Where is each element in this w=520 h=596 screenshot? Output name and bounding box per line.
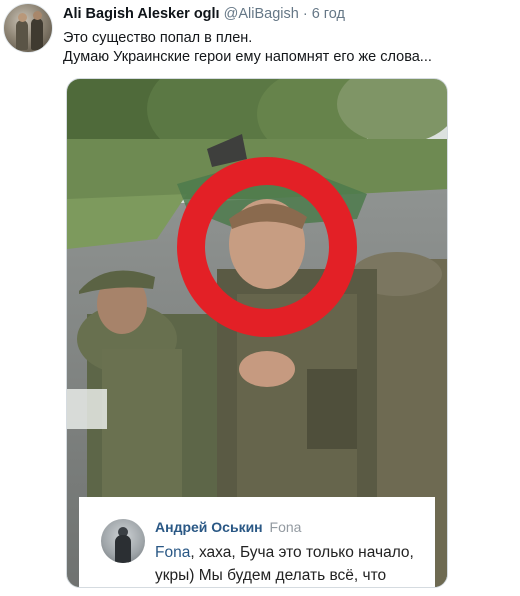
separator-dot: ·: [302, 6, 308, 22]
tweet-timestamp[interactable]: 6 год: [312, 6, 345, 22]
comment-text: Fona, хаха, Буча это только начало, укры…: [155, 541, 435, 587]
commenter-avatar: [101, 519, 145, 563]
tweet-text: Это существо попал в плен. Думаю Украинс…: [63, 29, 508, 67]
comment-line-2: укры) Мы будем делать всё, что: [155, 567, 387, 584]
tweet-text-line-1: Это существо попал в плен.: [63, 30, 253, 46]
tweet: Ali Bagish Alesker oglı @AliBagish · 6 г…: [0, 0, 520, 596]
comment-mention: Fona: [155, 544, 191, 561]
embedded-comment: Андрей Оськин Fona Fona, хаха, Буча это …: [79, 497, 435, 587]
author-name[interactable]: Ali Bagish Alesker oglı: [63, 6, 220, 22]
comment-line-1-rest: , хаха, Буча это только начало,: [190, 544, 414, 561]
reply-to-name: Fona: [269, 519, 302, 535]
tweet-media-photo[interactable]: Андрей Оськин Fona Fona, хаха, Буча это …: [66, 78, 448, 588]
tweet-text-line-2: Думаю Украинские герои ему напомнят его …: [63, 49, 432, 65]
author-handle[interactable]: @AliBagish: [224, 6, 299, 22]
comment-line-1: Fona, хаха, Буча это только начало,: [155, 541, 435, 564]
author-avatar[interactable]: [3, 3, 53, 53]
commenter-name-line: Андрей Оськин Fona: [155, 519, 301, 535]
tweet-header: Ali Bagish Alesker oglı @AliBagish · 6 г…: [63, 6, 345, 22]
commenter-name: Андрей Оськин: [155, 519, 263, 535]
